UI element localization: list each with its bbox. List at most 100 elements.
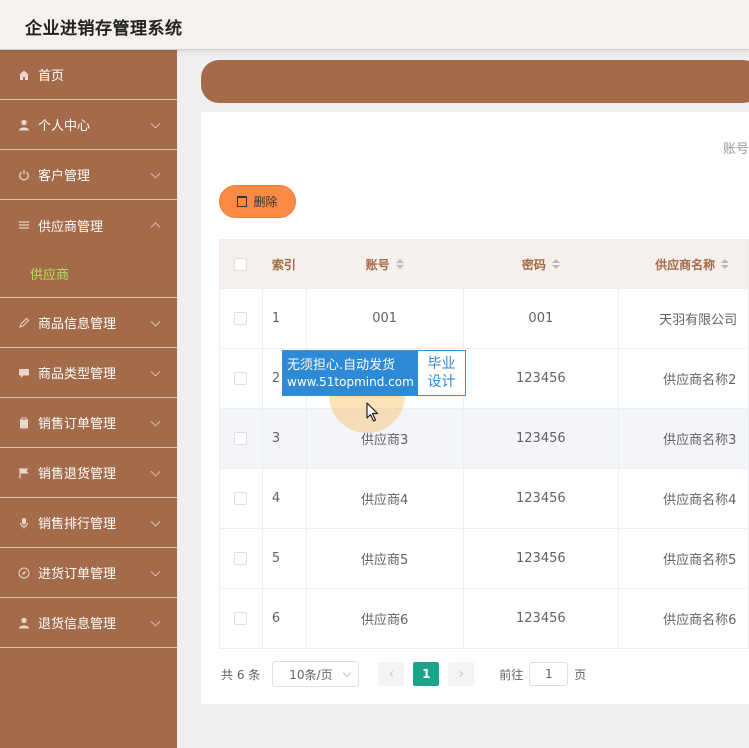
home-icon xyxy=(17,68,31,82)
cell-password: 123456 xyxy=(464,409,620,468)
cell-account: 供应商5 xyxy=(307,529,464,588)
page-number-current[interactable]: 1 xyxy=(413,662,440,686)
chevron-down-icon xyxy=(150,366,161,377)
header-supplier-name[interactable]: 供应商名称 xyxy=(619,240,749,288)
header-index: 索引 xyxy=(263,240,307,288)
goto-prefix: 前往 xyxy=(499,667,524,682)
cell-supplier-name: 供应商名称2 xyxy=(619,349,749,408)
header-account-label: 账号 xyxy=(365,257,390,272)
sidebar-item-sales-order-management[interactable]: 销售订单管理 xyxy=(0,398,177,448)
watermark-right1: 毕业 xyxy=(427,356,456,372)
sidebar-item-home[interactable]: 首页 xyxy=(0,50,177,100)
table-row: 6 供应商6 123456 供应商名称6 xyxy=(220,589,749,649)
sidebar-item-personal-center[interactable]: 个人中心 xyxy=(0,100,177,150)
row-checkbox[interactable] xyxy=(234,492,248,505)
cell-password: 123456 xyxy=(464,589,620,648)
sidebar-item-label: 商品信息管理 xyxy=(38,317,117,332)
sidebar-item-sales-return-management[interactable]: 销售退货管理 xyxy=(0,448,177,498)
sidebar-item-label: 商品类型管理 xyxy=(38,367,117,382)
cell-password: 123456 xyxy=(464,349,620,408)
prev-page-button[interactable]: ‹ xyxy=(378,662,405,686)
chevron-down-icon xyxy=(150,118,161,129)
user-icon xyxy=(17,616,31,630)
table-row: 4 供应商4 123456 供应商名称4 xyxy=(220,469,749,529)
cell-supplier-name: 供应商名称4 xyxy=(619,469,749,528)
chevron-down-icon xyxy=(150,316,161,327)
table-row: 3 供应商3 123456 供应商名称3 xyxy=(220,409,749,469)
search-account-label: 账号 xyxy=(722,142,749,157)
mouse-cursor-icon xyxy=(366,402,379,422)
row-select-cell xyxy=(220,349,263,408)
watermark-right2: 设计 xyxy=(427,374,456,390)
row-select-cell xyxy=(220,289,263,348)
cell-password: 123456 xyxy=(464,529,620,588)
sidebar-item-label: 供应商管理 xyxy=(38,219,104,235)
sidebar-item-return-info-management[interactable]: 退货信息管理 xyxy=(0,598,177,648)
delete-button[interactable]: 删除 xyxy=(219,185,296,218)
sidebar-subitem-label: 供应商 xyxy=(30,268,70,283)
table-row: 1 001 001 天羽有限公司 xyxy=(220,289,749,349)
chevron-down-icon xyxy=(150,516,161,527)
sidebar-item-customer-management[interactable]: 客户管理 xyxy=(0,150,177,200)
sort-icon[interactable] xyxy=(721,259,730,269)
sidebar-item-purchase-order-management[interactable]: 进货订单管理 xyxy=(0,548,177,598)
row-checkbox[interactable] xyxy=(234,432,248,445)
sort-icon[interactable] xyxy=(551,259,560,269)
sidebar-item-sales-ranking-management[interactable]: 销售排行管理 xyxy=(0,498,177,548)
compass-icon xyxy=(17,566,31,580)
pagination: 共 6 条 10条/页 ‹ 1 › 前往 1 页 xyxy=(221,661,586,687)
cell-index: 3 xyxy=(263,409,307,468)
row-checkbox[interactable] xyxy=(234,372,248,385)
select-all-checkbox[interactable] xyxy=(234,257,248,271)
sidebar-item-label: 销售订单管理 xyxy=(38,417,117,432)
cell-password: 001 xyxy=(464,289,620,348)
watermark-right: 毕业 设计 xyxy=(418,351,465,395)
chevron-down-icon xyxy=(343,668,352,678)
cell-supplier-name: 供应商名称5 xyxy=(619,529,749,588)
chevron-down-icon xyxy=(150,466,161,477)
sidebar-item-label: 个人中心 xyxy=(38,119,91,134)
cell-index: 6 xyxy=(263,589,307,648)
chevron-down-icon xyxy=(150,168,161,179)
row-checkbox[interactable] xyxy=(234,612,248,625)
sidebar-item-label: 销售退货管理 xyxy=(38,467,117,482)
cell-index: 5 xyxy=(263,529,307,588)
sidebar-item-label: 进货订单管理 xyxy=(38,567,117,582)
pen-icon xyxy=(17,316,31,330)
chevron-down-icon xyxy=(150,566,161,577)
power-icon xyxy=(17,168,31,182)
sidebar-item-supplier-management[interactable]: 供应商管理 xyxy=(0,200,177,250)
page-banner xyxy=(201,60,749,103)
sidebar-item-product-info-management[interactable]: 商品信息管理 xyxy=(0,298,177,348)
goto-page: 前往 1 页 xyxy=(499,662,586,686)
page-size-select[interactable]: 10条/页 xyxy=(272,661,360,687)
next-page-button[interactable]: › xyxy=(448,662,475,686)
row-checkbox[interactable] xyxy=(234,552,248,565)
page-size-value: 10条/页 xyxy=(289,667,333,682)
cell-supplier-name: 天羽有限公司 xyxy=(619,289,749,348)
header-supplier-name-label: 供应商名称 xyxy=(655,257,716,272)
sort-icon[interactable] xyxy=(395,259,404,269)
cell-account: 001 xyxy=(307,289,464,348)
menu-lines-icon xyxy=(17,218,31,232)
cell-account: 供应商4 xyxy=(307,469,464,528)
top-header: 企业进销存管理系统 xyxy=(0,0,749,50)
row-select-cell xyxy=(220,589,263,648)
sidebar-item-label: 销售排行管理 xyxy=(38,517,117,532)
cell-supplier-name: 供应商名称6 xyxy=(619,589,749,648)
cell-supplier-name: 供应商名称3 xyxy=(619,409,749,468)
table-row: 5 供应商5 123456 供应商名称5 xyxy=(220,529,749,589)
cell-account: 供应商6 xyxy=(307,589,464,648)
header-account[interactable]: 账号 xyxy=(307,240,464,288)
sidebar-subitem-supplier[interactable]: 供应商 xyxy=(0,250,177,298)
header-password[interactable]: 密码 xyxy=(464,240,620,288)
sidebar: 首页 个人中心 客户管理 供应商管理 供应商 商品信息管理 商品类型管理 销售订… xyxy=(0,50,177,748)
sidebar-item-label: 首页 xyxy=(38,69,65,84)
user-icon xyxy=(17,118,31,132)
row-checkbox[interactable] xyxy=(234,312,248,325)
clipboard-icon xyxy=(17,416,31,430)
watermark-line1: 无须担心.自动发货 xyxy=(287,357,396,373)
goto-page-input[interactable]: 1 xyxy=(529,662,569,686)
row-select-cell xyxy=(220,409,263,468)
sidebar-item-product-type-management[interactable]: 商品类型管理 xyxy=(0,348,177,398)
